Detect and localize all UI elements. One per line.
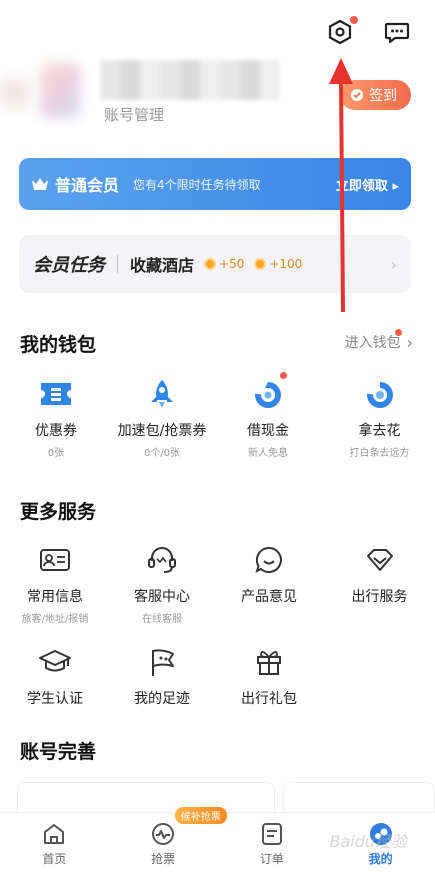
tab-label: 订单 bbox=[259, 852, 284, 866]
reward1: +50 bbox=[219, 257, 245, 271]
wallet-sub: 打白条去远方 bbox=[349, 448, 410, 459]
wallet-sub: 0个/0张 bbox=[143, 448, 181, 459]
username-blurred bbox=[100, 60, 280, 100]
service-footprint[interactable]: 我的足迹 bbox=[110, 644, 214, 708]
service-feedback[interactable]: 产品意见 bbox=[214, 542, 324, 625]
wallet-sub: 新人免息 bbox=[248, 448, 288, 459]
services-title: 更多服务 bbox=[20, 501, 97, 523]
wallet-label: 加速包/抢票券 bbox=[117, 423, 207, 439]
reward2: +100 bbox=[269, 257, 303, 271]
wallet-label: 优惠券 bbox=[35, 423, 77, 439]
service-label: 产品意见 bbox=[241, 589, 297, 605]
flag-icon bbox=[152, 649, 174, 676]
service-label: 学生认证 bbox=[27, 691, 83, 707]
signin-icon bbox=[351, 89, 363, 101]
service-label: 常用信息 bbox=[27, 589, 83, 605]
enter-wallet-label: 进入钱包 bbox=[344, 335, 401, 351]
gift-icon bbox=[257, 651, 281, 675]
service-label: 出行礼包 bbox=[241, 691, 297, 707]
wallet-title: 我的钱包 bbox=[20, 334, 97, 356]
avatar[interactable] bbox=[40, 63, 80, 118]
blurred-area bbox=[0, 78, 30, 108]
tab-orders[interactable]: 订单 bbox=[218, 813, 327, 877]
message-icon bbox=[384, 22, 410, 44]
headset-icon bbox=[148, 547, 176, 573]
wallet-item-accelerate[interactable]: 加速包/抢票券 0个/0张 bbox=[112, 376, 212, 459]
signin-button[interactable]: 签到 bbox=[340, 80, 411, 110]
diamond-icon bbox=[366, 549, 393, 571]
services-row-2: 学生认证 我的足迹 出行礼包 bbox=[0, 644, 435, 708]
profile-section: 账号管理 签到 bbox=[0, 58, 435, 138]
service-gift[interactable]: 出行礼包 bbox=[214, 644, 324, 708]
service-sub: 旅客/地址/报销 bbox=[21, 614, 89, 625]
tab-label: 抢票 bbox=[151, 852, 176, 866]
tab-grab-ticket[interactable]: 候补抢票 抢票 bbox=[109, 807, 227, 877]
account-title: 账号完善 bbox=[20, 741, 97, 763]
member-banner[interactable]: 普通会员 您有4个限时任务待领取 立即领取 ▸ bbox=[19, 158, 411, 210]
enter-wallet-link[interactable]: 进入钱包 › bbox=[344, 328, 413, 352]
service-label: 我的足迹 bbox=[134, 691, 190, 707]
message-button[interactable] bbox=[383, 18, 411, 46]
notification-dot bbox=[394, 328, 402, 336]
service-sub: 在线客服 bbox=[142, 614, 182, 625]
top-bar bbox=[0, 0, 435, 60]
smile-chat-icon bbox=[255, 546, 282, 573]
wallet-item-coupon[interactable]: 优惠券 0张 bbox=[0, 376, 112, 459]
wallet-label: 拿去花 bbox=[358, 423, 401, 439]
home-icon bbox=[44, 824, 65, 844]
service-travel[interactable]: 出行服务 bbox=[324, 542, 435, 625]
service-label: 客服中心 bbox=[134, 589, 190, 605]
crown-icon bbox=[32, 178, 48, 190]
wallet-item-naquhua[interactable]: 拿去花 打白条去远方 bbox=[324, 376, 435, 459]
claim-button[interactable]: 立即领取 ▸ bbox=[336, 175, 399, 194]
claim-label: 立即领取 bbox=[335, 178, 388, 194]
service-common-info[interactable]: 常用信息 旅客/地址/报销 bbox=[0, 542, 110, 625]
coupon-icon bbox=[41, 383, 71, 405]
cash-loan-icon bbox=[255, 382, 282, 408]
wallet-grid: 优惠券 0张 加速包/抢票券 0个/0张 借现金 新人免息 拿去花 打白条去远方 bbox=[0, 372, 435, 459]
tab-home[interactable]: 首页 bbox=[0, 813, 109, 877]
chevron-right-icon: › bbox=[394, 328, 413, 352]
service-label: 出行服务 bbox=[351, 589, 408, 605]
rocket-icon bbox=[151, 380, 173, 408]
services-row-1: 常用信息 旅客/地址/报销 客服中心 在线客服 产品意见 出行服务 bbox=[0, 542, 435, 625]
notification-dot bbox=[350, 16, 358, 24]
member-task-card[interactable]: 会员任务 收藏酒店 +50 +100 › bbox=[19, 235, 411, 293]
tab-label: 我的 bbox=[368, 852, 393, 866]
reward-points: +50 bbox=[204, 257, 244, 271]
chevron-right-icon[interactable]: › bbox=[391, 255, 397, 274]
wallet-label: 借现金 bbox=[247, 423, 289, 439]
notification-dot bbox=[280, 372, 287, 379]
wallet-sub: 0张 bbox=[47, 448, 65, 459]
task-name: 收藏酒店 bbox=[130, 256, 195, 275]
coin-icon bbox=[204, 258, 217, 270]
graduation-cap-icon bbox=[39, 650, 71, 672]
settings-hex-icon bbox=[328, 19, 352, 45]
wallet-item-cash[interactable]: 借现金 新人免息 bbox=[212, 372, 324, 459]
reward-growth: +100 bbox=[254, 257, 302, 271]
order-list-icon bbox=[261, 823, 282, 845]
pulse-icon bbox=[152, 823, 175, 845]
settings-button[interactable] bbox=[326, 16, 358, 46]
account-management-link[interactable]: 账号管理 bbox=[104, 104, 164, 125]
signin-label: 签到 bbox=[369, 88, 397, 104]
service-student-auth[interactable]: 学生认证 bbox=[0, 644, 110, 708]
divider bbox=[117, 255, 118, 273]
tab-label: 首页 bbox=[42, 852, 67, 866]
service-customer-center[interactable]: 客服中心 在线客服 bbox=[110, 542, 214, 625]
member-level: 普通会员 bbox=[55, 176, 120, 195]
star-coin-icon bbox=[254, 258, 267, 270]
id-card-icon bbox=[40, 549, 70, 571]
task-title: 会员任务 bbox=[33, 255, 105, 276]
naquhua-icon bbox=[366, 382, 393, 408]
member-desc: 您有4个限时任务待领取 bbox=[133, 177, 261, 192]
watermark: Baidu经验 bbox=[329, 832, 407, 851]
